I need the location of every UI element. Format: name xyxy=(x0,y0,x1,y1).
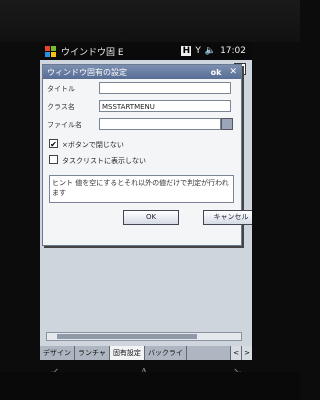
tab-launcher[interactable]: ランチャ xyxy=(75,346,110,360)
app-title: ウインドウ固 E xyxy=(61,47,124,58)
chevron-left-icon[interactable]: < xyxy=(230,346,241,360)
browse-button[interactable] xyxy=(221,118,233,130)
settings-dialog: ウィンドウ固有の設定 ok ✕ タイトル クラス名 MSSTARTMENU ファ… xyxy=(42,64,252,246)
hide-tasklist-label: タスクリストに表示しない xyxy=(62,157,146,165)
speaker-icon[interactable]: 🔈 xyxy=(205,46,216,56)
dialog-titlebar: ウィンドウ固有の設定 ok ✕ xyxy=(43,65,241,79)
chevron-right-icon[interactable]: > xyxy=(241,346,252,360)
dialog-title: ウィンドウ固有の設定 xyxy=(47,67,127,77)
tab-backlight[interactable]: バックライ xyxy=(145,346,187,360)
title-field[interactable] xyxy=(99,82,231,94)
file-field[interactable] xyxy=(99,118,221,130)
cancel-button[interactable]: キャンセル xyxy=(203,210,252,225)
scrollbar-thumb[interactable] xyxy=(57,334,197,339)
windows-start-icon[interactable] xyxy=(44,45,56,57)
hide-tasklist-checkbox[interactable] xyxy=(49,155,58,164)
tab-specific-settings[interactable]: 固有設定 xyxy=(109,346,145,360)
device-bezel-bottom xyxy=(0,372,300,400)
tab-bar: デザイン ランチャ 固有設定 バックライ < > xyxy=(40,346,252,360)
tab-design[interactable]: デザイン xyxy=(40,346,75,360)
status-bar: ウインドウ固 E H Y 🔈 17:02 xyxy=(40,42,252,60)
ok-button[interactable]: OK xyxy=(123,210,179,225)
class-label: クラス名 xyxy=(47,103,75,111)
tab-scroll-arrows: < > xyxy=(230,346,252,360)
class-field[interactable]: MSSTARTMENU xyxy=(99,100,231,112)
signal-icon[interactable]: Y xyxy=(195,46,201,56)
horizontal-scrollbar[interactable] xyxy=(46,332,242,341)
no-close-label: ×ボタンで閉じない xyxy=(62,141,124,149)
close-icon[interactable]: ✕ xyxy=(229,67,237,77)
file-label: ファイル名 xyxy=(47,121,82,129)
h-badge-icon: H xyxy=(181,46,192,56)
device-bezel-top xyxy=(0,0,300,42)
hint-text: ヒント 値を空にするとそれ以外の値だけで判定が行われます xyxy=(49,175,234,203)
phone-screen: ウインドウ固 E H Y 🔈 17:02 ▼ ウィンドウ固有の設定 ok ✕ タ… xyxy=(40,42,252,372)
title-label: タイトル xyxy=(47,85,75,93)
clock[interactable]: 17:02 xyxy=(220,46,246,56)
no-close-checkbox[interactable]: ✔ xyxy=(49,139,58,149)
ok-header-button[interactable]: ok xyxy=(211,68,222,77)
